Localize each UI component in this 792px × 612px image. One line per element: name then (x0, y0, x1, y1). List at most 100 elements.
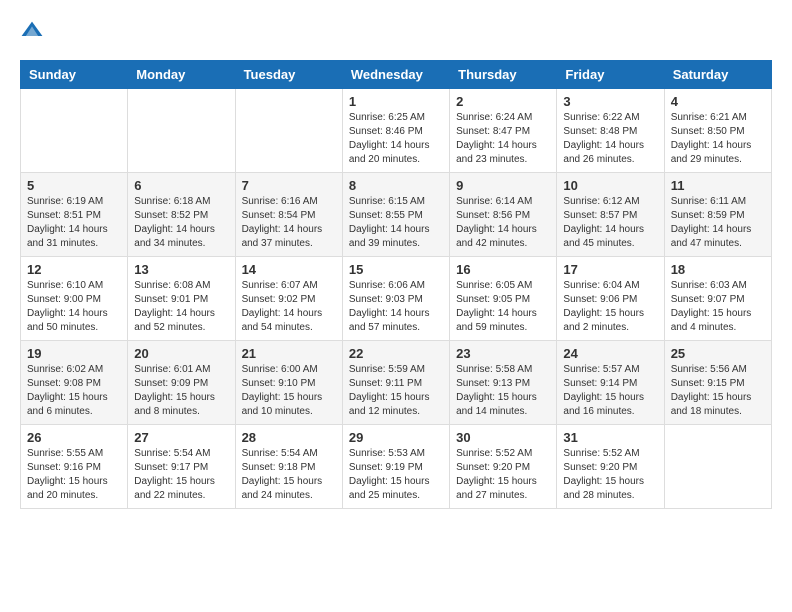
day-info: Sunrise: 6:10 AM Sunset: 9:00 PM Dayligh… (27, 279, 121, 335)
day-number: 13 (134, 262, 228, 277)
weekday-header: Wednesday (342, 61, 449, 89)
day-info: Sunrise: 6:04 AM Sunset: 9:06 PM Dayligh… (563, 279, 657, 335)
day-number: 18 (671, 262, 765, 277)
day-info: Sunrise: 5:52 AM Sunset: 9:20 PM Dayligh… (563, 447, 657, 503)
day-number: 9 (456, 178, 550, 193)
calendar-cell: 18 Sunrise: 6:03 AM Sunset: 9:07 PM Dayli… (664, 257, 771, 341)
weekday-header: Monday (128, 61, 235, 89)
calendar-cell (128, 89, 235, 173)
day-info: Sunrise: 6:07 AM Sunset: 9:02 PM Dayligh… (242, 279, 336, 335)
calendar-cell: 23 Sunrise: 5:58 AM Sunset: 9:13 PM Dayli… (450, 341, 557, 425)
calendar-cell: 26Sunrise: 5:55 AM Sunset: 9:16 PM Dayli… (21, 425, 128, 509)
day-number: 28 (242, 430, 336, 445)
day-info: Sunrise: 5:56 AM Sunset: 9:15 PM Dayligh… (671, 363, 765, 419)
calendar-cell: 1 Sunrise: 6:25 AM Sunset: 8:46 PM Daylig… (342, 89, 449, 173)
day-number: 2 (456, 94, 550, 109)
day-info: Sunrise: 6:00 AM Sunset: 9:10 PM Dayligh… (242, 363, 336, 419)
calendar-cell: 7 Sunrise: 6:16 AM Sunset: 8:54 PM Daylig… (235, 173, 342, 257)
day-info: Sunrise: 5:52 AM Sunset: 9:20 PM Dayligh… (456, 447, 550, 503)
day-number: 5 (27, 178, 121, 193)
calendar-cell: 25 Sunrise: 5:56 AM Sunset: 9:15 PM Dayli… (664, 341, 771, 425)
calendar-cell: 12 Sunrise: 6:10 AM Sunset: 9:00 PM Dayli… (21, 257, 128, 341)
day-number: 14 (242, 262, 336, 277)
day-info: Sunrise: 5:54 AM Sunset: 9:17 PM Dayligh… (134, 447, 228, 503)
day-info: Sunrise: 6:25 AM Sunset: 8:46 PM Dayligh… (349, 111, 443, 167)
day-info: Sunrise: 6:14 AM Sunset: 8:56 PM Dayligh… (456, 195, 550, 251)
day-info: Sunrise: 6:05 AM Sunset: 9:05 PM Dayligh… (456, 279, 550, 335)
day-number: 31 (563, 430, 657, 445)
calendar-cell: 31 Sunrise: 5:52 AM Sunset: 9:20 PM Dayli… (557, 425, 664, 509)
day-number: 20 (134, 346, 228, 361)
day-info: Sunrise: 5:58 AM Sunset: 9:13 PM Dayligh… (456, 363, 550, 419)
calendar-week-row: 5 Sunrise: 6:19 AM Sunset: 8:51 PM Daylig… (21, 173, 772, 257)
weekday-header: Tuesday (235, 61, 342, 89)
day-number: 23 (456, 346, 550, 361)
calendar-cell: 14 Sunrise: 6:07 AM Sunset: 9:02 PM Dayli… (235, 257, 342, 341)
calendar-cell: 21 Sunrise: 6:00 AM Sunset: 9:10 PM Dayli… (235, 341, 342, 425)
calendar-week-row: 19Sunrise: 6:02 AM Sunset: 9:08 PM Dayli… (21, 341, 772, 425)
calendar-cell: 3Sunrise: 6:22 AM Sunset: 8:48 PM Daylig… (557, 89, 664, 173)
calendar-cell: 6 Sunrise: 6:18 AM Sunset: 8:52 PM Daylig… (128, 173, 235, 257)
calendar-cell: 10 Sunrise: 6:12 AM Sunset: 8:57 PM Dayli… (557, 173, 664, 257)
day-info: Sunrise: 5:54 AM Sunset: 9:18 PM Dayligh… (242, 447, 336, 503)
day-info: Sunrise: 6:01 AM Sunset: 9:09 PM Dayligh… (134, 363, 228, 419)
day-info: Sunrise: 6:06 AM Sunset: 9:03 PM Dayligh… (349, 279, 443, 335)
day-info: Sunrise: 6:21 AM Sunset: 8:50 PM Dayligh… (671, 111, 765, 167)
calendar-cell: 27 Sunrise: 5:54 AM Sunset: 9:17 PM Dayli… (128, 425, 235, 509)
calendar-cell: 4 Sunrise: 6:21 AM Sunset: 8:50 PM Daylig… (664, 89, 771, 173)
day-number: 21 (242, 346, 336, 361)
logo (20, 20, 48, 44)
logo-icon (20, 20, 44, 44)
calendar-cell (664, 425, 771, 509)
day-info: Sunrise: 6:15 AM Sunset: 8:55 PM Dayligh… (349, 195, 443, 251)
day-number: 1 (349, 94, 443, 109)
calendar-week-row: 26Sunrise: 5:55 AM Sunset: 9:16 PM Dayli… (21, 425, 772, 509)
weekday-header: Friday (557, 61, 664, 89)
day-number: 25 (671, 346, 765, 361)
day-number: 15 (349, 262, 443, 277)
day-info: Sunrise: 5:59 AM Sunset: 9:11 PM Dayligh… (349, 363, 443, 419)
calendar-week-row: 12 Sunrise: 6:10 AM Sunset: 9:00 PM Dayli… (21, 257, 772, 341)
day-info: Sunrise: 6:19 AM Sunset: 8:51 PM Dayligh… (27, 195, 121, 251)
calendar-cell: 8 Sunrise: 6:15 AM Sunset: 8:55 PM Daylig… (342, 173, 449, 257)
day-number: 27 (134, 430, 228, 445)
day-number: 7 (242, 178, 336, 193)
calendar-cell: 17 Sunrise: 6:04 AM Sunset: 9:06 PM Dayli… (557, 257, 664, 341)
day-info: Sunrise: 6:16 AM Sunset: 8:54 PM Dayligh… (242, 195, 336, 251)
calendar-cell: 5 Sunrise: 6:19 AM Sunset: 8:51 PM Daylig… (21, 173, 128, 257)
day-number: 12 (27, 262, 121, 277)
day-info: Sunrise: 6:12 AM Sunset: 8:57 PM Dayligh… (563, 195, 657, 251)
day-number: 24 (563, 346, 657, 361)
day-info: Sunrise: 5:53 AM Sunset: 9:19 PM Dayligh… (349, 447, 443, 503)
day-info: Sunrise: 5:57 AM Sunset: 9:14 PM Dayligh… (563, 363, 657, 419)
calendar-cell: 11Sunrise: 6:11 AM Sunset: 8:59 PM Dayli… (664, 173, 771, 257)
day-number: 8 (349, 178, 443, 193)
calendar-cell: 16Sunrise: 6:05 AM Sunset: 9:05 PM Dayli… (450, 257, 557, 341)
day-number: 11 (671, 178, 765, 193)
day-number: 26 (27, 430, 121, 445)
day-info: Sunrise: 6:08 AM Sunset: 9:01 PM Dayligh… (134, 279, 228, 335)
day-info: Sunrise: 6:22 AM Sunset: 8:48 PM Dayligh… (563, 111, 657, 167)
day-number: 22 (349, 346, 443, 361)
calendar-cell: 22 Sunrise: 5:59 AM Sunset: 9:11 PM Dayli… (342, 341, 449, 425)
day-info: Sunrise: 6:03 AM Sunset: 9:07 PM Dayligh… (671, 279, 765, 335)
day-number: 4 (671, 94, 765, 109)
page-header (20, 20, 772, 44)
calendar-week-row: 1 Sunrise: 6:25 AM Sunset: 8:46 PM Daylig… (21, 89, 772, 173)
calendar-header-row: SundayMondayTuesdayWednesdayThursdayFrid… (21, 61, 772, 89)
calendar-cell: 29 Sunrise: 5:53 AM Sunset: 9:19 PM Dayli… (342, 425, 449, 509)
calendar-cell: 28 Sunrise: 5:54 AM Sunset: 9:18 PM Dayli… (235, 425, 342, 509)
calendar-cell: 2 Sunrise: 6:24 AM Sunset: 8:47 PM Daylig… (450, 89, 557, 173)
day-number: 29 (349, 430, 443, 445)
calendar-cell: 15 Sunrise: 6:06 AM Sunset: 9:03 PM Dayli… (342, 257, 449, 341)
weekday-header: Sunday (21, 61, 128, 89)
calendar-cell: 13 Sunrise: 6:08 AM Sunset: 9:01 PM Dayli… (128, 257, 235, 341)
day-number: 10 (563, 178, 657, 193)
day-info: Sunrise: 6:18 AM Sunset: 8:52 PM Dayligh… (134, 195, 228, 251)
day-number: 17 (563, 262, 657, 277)
day-number: 6 (134, 178, 228, 193)
calendar-table: SundayMondayTuesdayWednesdayThursdayFrid… (20, 60, 772, 509)
calendar-cell: 9 Sunrise: 6:14 AM Sunset: 8:56 PM Daylig… (450, 173, 557, 257)
calendar-cell (235, 89, 342, 173)
day-info: Sunrise: 6:24 AM Sunset: 8:47 PM Dayligh… (456, 111, 550, 167)
